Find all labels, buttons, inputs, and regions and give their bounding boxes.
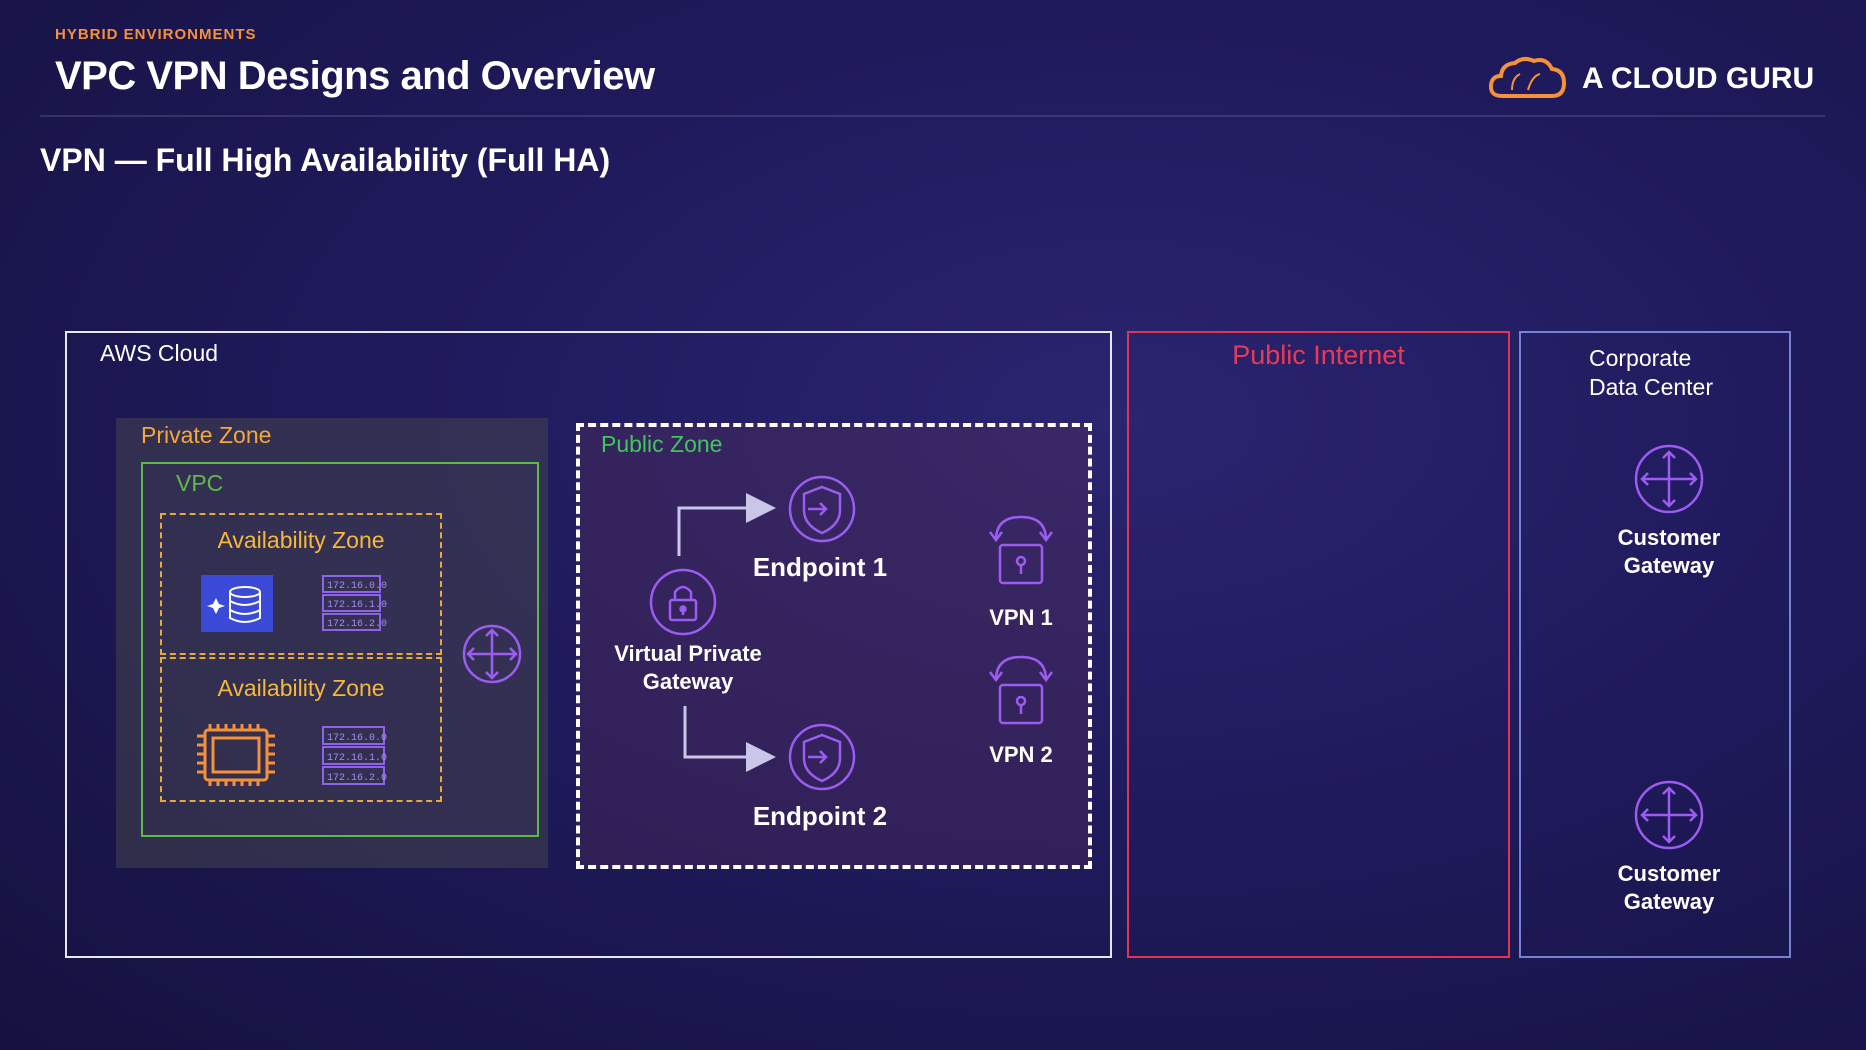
customer-gateway-2-label: Customer Gateway: [1579, 860, 1759, 916]
cidr-label: 172.16.2.0: [327, 773, 387, 784]
virtual-private-gateway-label: Virtual Private Gateway: [598, 640, 778, 696]
ec2-instance-icon: [197, 724, 275, 786]
cidr-label: 172.16.2.0: [327, 619, 387, 630]
vgw-label-line1: Virtual Private: [614, 641, 762, 666]
cgw1-label-line2: Gateway: [1623, 553, 1715, 578]
cidr-label: 172.16.0.0: [327, 581, 387, 592]
endpoint-shield-icon: [788, 723, 856, 791]
database-icon: [201, 575, 273, 632]
subnet-table-icon: 172.16.0.0 172.16.1.0 172.16.2.0: [322, 575, 387, 631]
cidr-label: 172.16.0.0: [327, 733, 387, 744]
vpn-2-label: VPN 2: [989, 742, 1053, 767]
cgw2-label-line2: Gateway: [1623, 889, 1715, 914]
cidr-label: 172.16.1.0: [327, 753, 387, 764]
customer-gateway-1-label: Customer Gateway: [1579, 524, 1759, 580]
virtual-private-gateway-icon: [649, 568, 717, 636]
vpn-1-label: VPN 1: [989, 605, 1053, 630]
customer-gateway-icon: [1634, 780, 1704, 850]
router-icon: [462, 624, 522, 684]
vpn-lock-icon: [989, 515, 1053, 585]
cgw2-label-line1: Customer: [1617, 861, 1721, 886]
endpoint-shield-icon: [788, 475, 856, 543]
subnet-table-icon: 172.16.0.0 172.16.1.0 172.16.2.0: [322, 726, 387, 785]
endpoint-2-label: Endpoint 2: [752, 801, 888, 831]
cidr-label: 172.16.1.0: [327, 600, 387, 611]
customer-gateway-icon: [1634, 444, 1704, 514]
vpn-lock-icon: [989, 655, 1053, 725]
cgw1-label-line1: Customer: [1617, 525, 1721, 550]
endpoint-1-label: Endpoint 1: [752, 552, 888, 582]
vgw-label-line2: Gateway: [642, 669, 734, 694]
